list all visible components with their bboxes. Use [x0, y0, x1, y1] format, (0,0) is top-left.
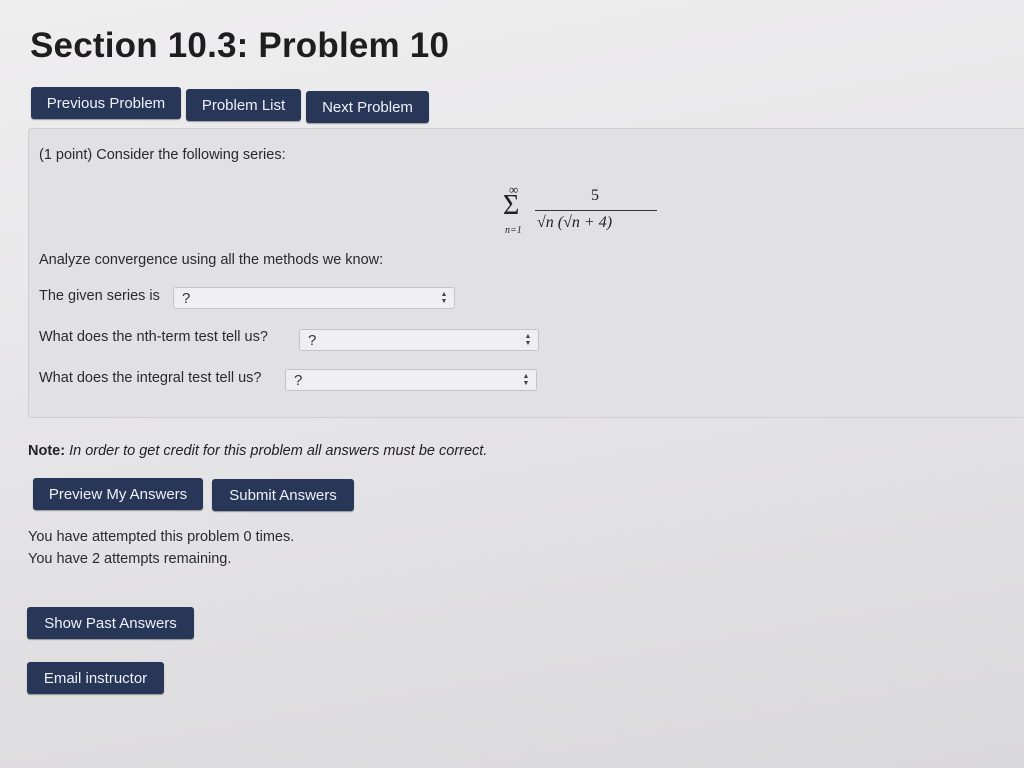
series-formula: ∞ Σ n=1 5 √n (√n + 4) — [501, 179, 657, 239]
q2-selected-value: ? — [308, 332, 317, 349]
show-past-answers-button[interactable]: Show Past Answers — [27, 607, 194, 639]
select-arrows-icon: ▲ ▼ — [524, 333, 532, 347]
q2-label: What does the nth-term test tell us? — [39, 329, 268, 345]
series-type-select[interactable]: ? ▲ ▼ — [173, 287, 455, 309]
next-problem-button[interactable]: Next Problem — [306, 91, 429, 123]
credit-note: Note: In order to get credit for this pr… — [28, 443, 487, 459]
select-arrows-icon: ▲ ▼ — [440, 291, 448, 305]
q3-selected-value: ? — [294, 372, 303, 389]
sigma-symbol: Σ — [503, 190, 520, 221]
note-label: Note: — [28, 443, 66, 459]
fraction-numerator: 5 — [591, 187, 599, 204]
previous-problem-button[interactable]: Previous Problem — [31, 87, 181, 119]
sum-lower-limit: n=1 — [505, 225, 522, 236]
integral-test-select[interactable]: ? ▲ ▼ — [285, 369, 537, 391]
select-arrows-icon: ▲ ▼ — [522, 373, 530, 387]
fraction-bar — [535, 210, 657, 211]
nth-term-test-select[interactable]: ? ▲ ▼ — [299, 329, 539, 351]
q1-label: The given series is — [39, 288, 160, 304]
attempts-count: You have attempted this problem 0 times. — [28, 529, 295, 545]
fraction-denominator: √n (√n + 4) — [537, 214, 613, 231]
q1-selected-value: ? — [182, 290, 191, 307]
submit-answers-button[interactable]: Submit Answers — [212, 479, 354, 511]
email-instructor-button[interactable]: Email instructor — [27, 662, 164, 694]
q3-label: What does the integral test tell us? — [39, 370, 262, 386]
page-title: Section 10.3: Problem 10 — [30, 26, 450, 65]
note-text: In order to get credit for this problem … — [69, 443, 488, 459]
preview-answers-button[interactable]: Preview My Answers — [33, 478, 203, 510]
problem-intro: (1 point) Consider the following series: — [39, 147, 286, 163]
problem-list-button[interactable]: Problem List — [186, 89, 301, 121]
attempts-remaining: You have 2 attempts remaining. — [28, 551, 232, 567]
analyze-instruction: Analyze convergence using all the method… — [39, 252, 384, 268]
problem-body: (1 point) Consider the following series:… — [28, 128, 1024, 418]
